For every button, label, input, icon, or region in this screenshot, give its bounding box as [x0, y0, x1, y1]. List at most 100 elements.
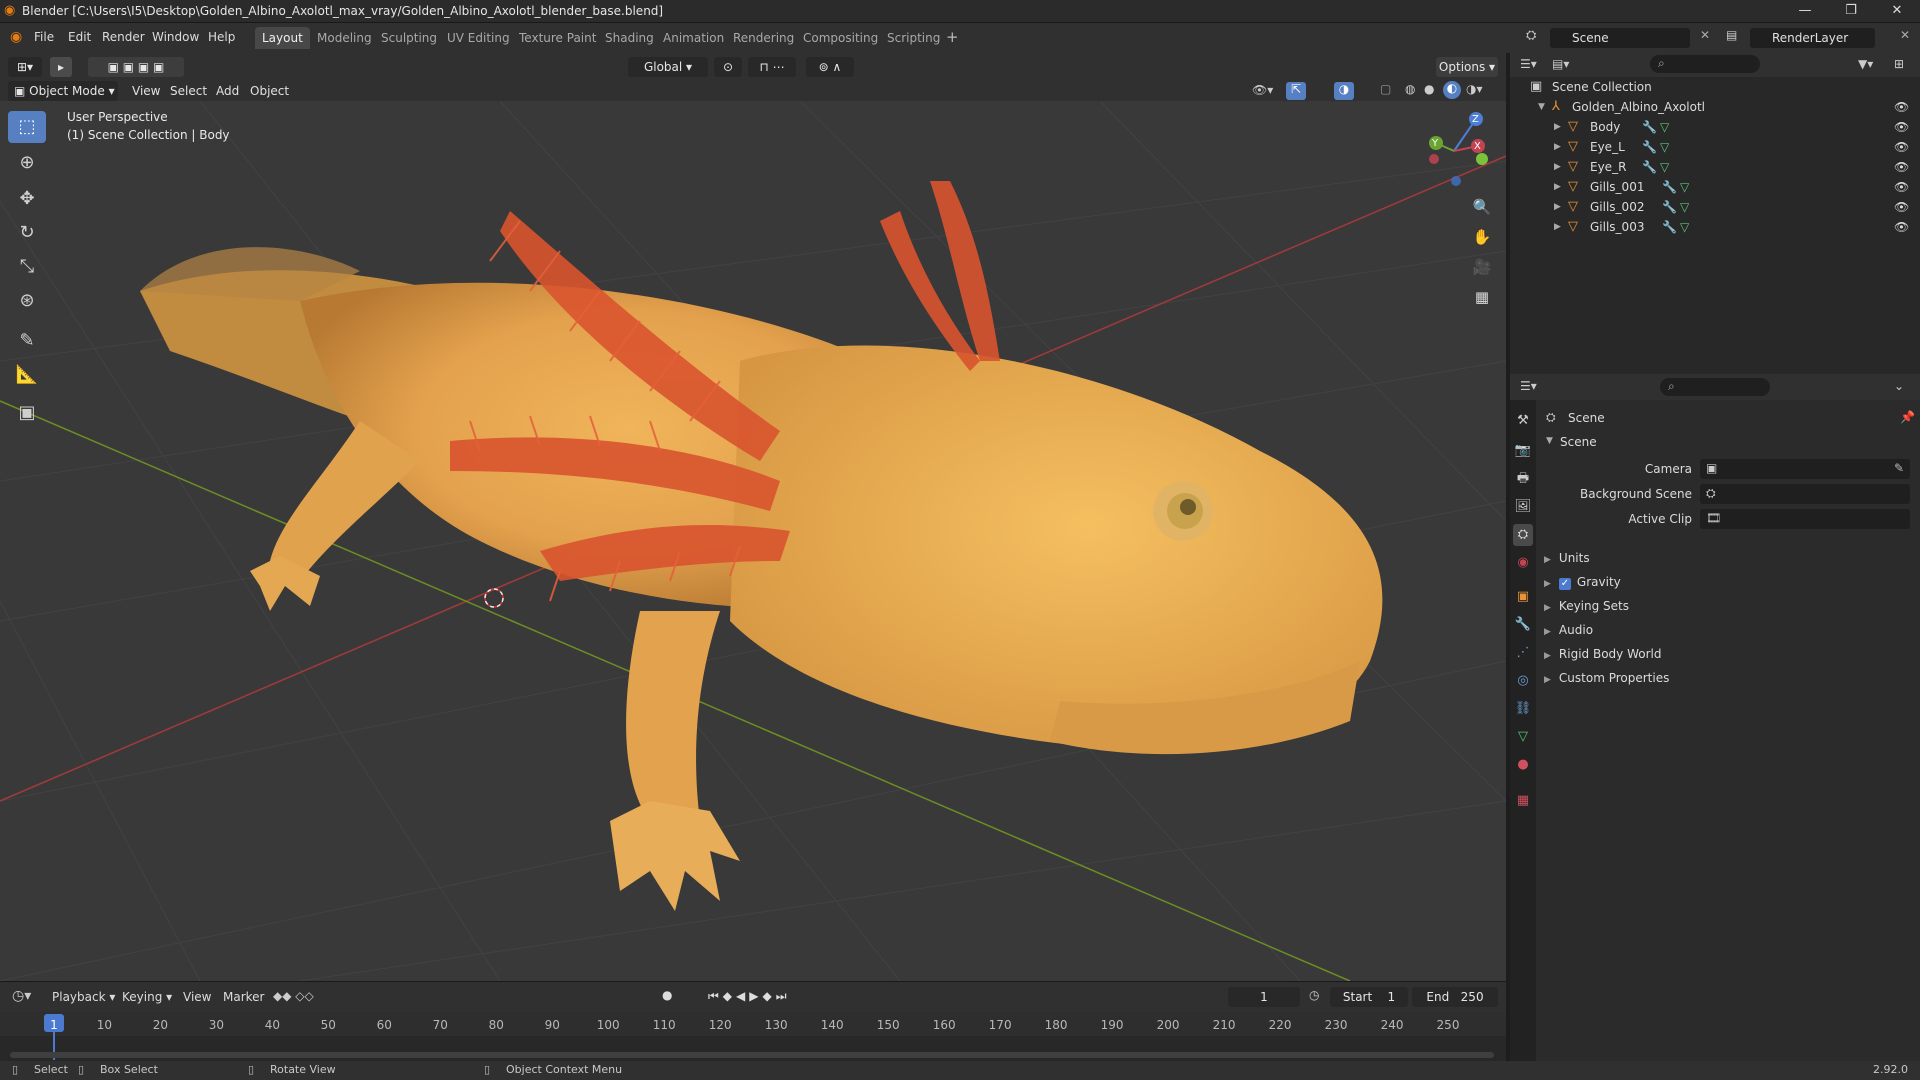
filter-icon[interactable]: ▼▾	[1858, 57, 1873, 71]
outliner-row-object[interactable]: ▶ ▽ Gills_003 🔧 ▽ 👁	[1510, 217, 1920, 237]
physics-tab-icon[interactable]: ◎	[1513, 670, 1533, 692]
rotate-tool[interactable]: ↻	[8, 217, 46, 249]
gravity-panel[interactable]: ▶ ✓ Gravity	[1544, 575, 1621, 590]
active-clip-field[interactable]: 🎞	[1700, 509, 1910, 529]
start-frame-field[interactable]: Start 1	[1330, 987, 1408, 1007]
properties-editor-type-icon[interactable]: ☰▾	[1520, 379, 1537, 393]
properties-options-icon[interactable]: ⌄	[1894, 379, 1904, 393]
outliner-row-collection[interactable]: ▼ ⅄ Golden_Albino_Axolotl 👁	[1510, 97, 1920, 117]
eye-icon[interactable]: 👁	[1894, 97, 1909, 117]
overlay-toggle-icon[interactable]: ◑	[1334, 82, 1354, 100]
tab-animation[interactable]: Animation	[656, 27, 731, 49]
texture-tab-icon[interactable]: ▦	[1513, 790, 1533, 812]
add-cube-tool[interactable]: ▣	[8, 397, 46, 429]
preview-range-icon[interactable]: ◷	[1309, 988, 1319, 1002]
transform-tool[interactable]: ⊛	[8, 285, 46, 317]
outliner-row-object[interactable]: ▶ ▽ Eye_R 🔧 ▽ 👁	[1510, 157, 1920, 177]
close-layer-icon[interactable]: ✕	[1900, 28, 1910, 42]
tab-layout[interactable]: Layout	[255, 27, 310, 49]
menu-select[interactable]: Select	[170, 84, 207, 98]
select-mode-button[interactable]: ▸	[50, 57, 72, 77]
tool-tab-icon[interactable]: ⚒	[1513, 410, 1533, 432]
properties-search-input[interactable]: ⌕	[1660, 378, 1770, 396]
eye-icon[interactable]: 👁	[1894, 157, 1909, 177]
pan-hand-icon[interactable]: ✋	[1468, 223, 1496, 251]
eye-icon[interactable]: 👁	[1894, 197, 1909, 217]
tab-scripting[interactable]: Scripting	[880, 27, 947, 49]
transform-orientation-dropdown[interactable]: Global ▾	[628, 57, 708, 77]
measure-tool[interactable]: 📐	[8, 359, 46, 391]
3d-cursor[interactable]	[484, 588, 504, 608]
modifier-tab-icon[interactable]: 🔧	[1513, 614, 1533, 636]
timeline-scrollbar[interactable]	[10, 1052, 1494, 1058]
menu-add[interactable]: Add	[216, 84, 239, 98]
camera-field[interactable]: ▣ ✎	[1700, 459, 1910, 479]
material-tab-icon[interactable]: ●	[1513, 754, 1533, 776]
visibility-icon[interactable]: 👁▾	[1252, 83, 1273, 97]
3d-viewport[interactable]: Z X Y ⬚ ⊕ ✥ ↻ ⤡ ⊛ ✎ 📐 ▣ User Perspective…	[0, 101, 1506, 981]
wireframe-shading-icon[interactable]: ◍	[1405, 82, 1415, 96]
selection-mode-group[interactable]: ▣ ▣ ▣ ▣	[88, 57, 184, 77]
end-frame-field[interactable]: End 250	[1412, 987, 1498, 1007]
modifier-icon[interactable]: 🔧	[1642, 117, 1657, 137]
mesh-data-icon[interactable]: ▽	[1680, 177, 1689, 197]
constraints-tab-icon[interactable]: ⛓	[1513, 698, 1533, 720]
units-panel[interactable]: ▶ Units	[1544, 551, 1590, 565]
tab-uv-editing[interactable]: UV Editing	[440, 27, 517, 49]
menu-view[interactable]: View	[132, 84, 160, 98]
view-layer-selector[interactable]: RenderLayer	[1750, 28, 1875, 48]
mesh-data-icon[interactable]: ▽	[1660, 117, 1669, 137]
current-frame-field[interactable]: 1	[1228, 987, 1300, 1007]
menu-edit[interactable]: Edit	[68, 30, 91, 44]
menu-render[interactable]: Render	[102, 30, 145, 44]
mode-dropdown[interactable]: ▣ Object Mode ▾	[8, 81, 118, 101]
expand-arrow-icon[interactable]: ▶	[1554, 157, 1561, 177]
solid-shading-icon[interactable]: ●	[1424, 82, 1434, 96]
tab-rendering[interactable]: Rendering	[726, 27, 801, 49]
particles-tab-icon[interactable]: ⋰	[1513, 642, 1533, 664]
scene-tab-icon[interactable]: ⛭	[1513, 524, 1533, 546]
menu-keying[interactable]: Keying ▾	[122, 990, 172, 1004]
background-scene-field[interactable]: ⛭	[1700, 484, 1910, 504]
minimize-button[interactable]: —	[1782, 0, 1828, 22]
eye-icon[interactable]: 👁	[1894, 117, 1909, 137]
render-tab-icon[interactable]: 📷	[1513, 440, 1533, 462]
menu-file[interactable]: File	[34, 30, 54, 44]
move-tool[interactable]: ✥	[8, 183, 46, 215]
outliner-editor-type-icon[interactable]: ☰▾	[1520, 57, 1537, 71]
cursor-tool[interactable]: ⊕	[8, 147, 46, 179]
playback-controls-icon[interactable]: ⏮◆◀▶◆⏭	[708, 989, 791, 1004]
material-shading-icon[interactable]: ◐	[1443, 81, 1461, 99]
mesh-data-icon[interactable]: ▽	[1660, 157, 1669, 177]
expand-arrow-icon[interactable]: ▼	[1538, 97, 1545, 117]
tab-compositing[interactable]: Compositing	[796, 27, 885, 49]
pivot-point-button[interactable]: ⊙	[714, 57, 742, 77]
eye-icon[interactable]: 👁	[1894, 217, 1909, 237]
modifier-icon[interactable]: 🔧	[1662, 177, 1677, 197]
eye-icon[interactable]: 👁	[1894, 177, 1909, 197]
blender-menu-icon[interactable]: ◉	[10, 29, 22, 45]
pin-icon[interactable]: 📌	[1900, 410, 1915, 424]
menu-playback[interactable]: Playback ▾	[52, 990, 115, 1004]
collapse-arrow-icon[interactable]: ▼	[1546, 436, 1553, 446]
new-collection-icon[interactable]: ⊞	[1894, 57, 1904, 71]
snap-button[interactable]: ⊓ ⋯	[748, 57, 796, 77]
tab-modeling[interactable]: Modeling	[310, 27, 379, 49]
data-tab-icon[interactable]: ▽	[1513, 726, 1533, 748]
gizmo-toggle-icon[interactable]: ⇱	[1286, 82, 1306, 100]
mesh-data-icon[interactable]: ▽	[1680, 197, 1689, 217]
expand-arrow-icon[interactable]: ▶	[1554, 137, 1561, 157]
outliner-row-object[interactable]: ▶ ▽ Eye_L 🔧 ▽ 👁	[1510, 137, 1920, 157]
display-mode-icon[interactable]: ▤▾	[1552, 57, 1569, 71]
expand-arrow-icon[interactable]: ▶	[1554, 117, 1561, 137]
select-box-tool[interactable]: ⬚	[8, 111, 46, 143]
zoom-icon[interactable]: 🔍	[1468, 193, 1496, 221]
axolotl-model[interactable]	[140, 181, 1383, 911]
outliner-row-object[interactable]: ▶ ▽ Body 🔧 ▽ 👁	[1510, 117, 1920, 137]
menu-help[interactable]: Help	[208, 30, 235, 44]
modifier-icon[interactable]: 🔧	[1642, 157, 1657, 177]
expand-arrow-icon[interactable]: ▶	[1554, 177, 1561, 197]
rigid-body-world-panel[interactable]: ▶ Rigid Body World	[1544, 647, 1661, 661]
options-dropdown[interactable]: Options ▾	[1436, 57, 1498, 77]
expand-arrow-icon[interactable]: ▶	[1554, 197, 1561, 217]
